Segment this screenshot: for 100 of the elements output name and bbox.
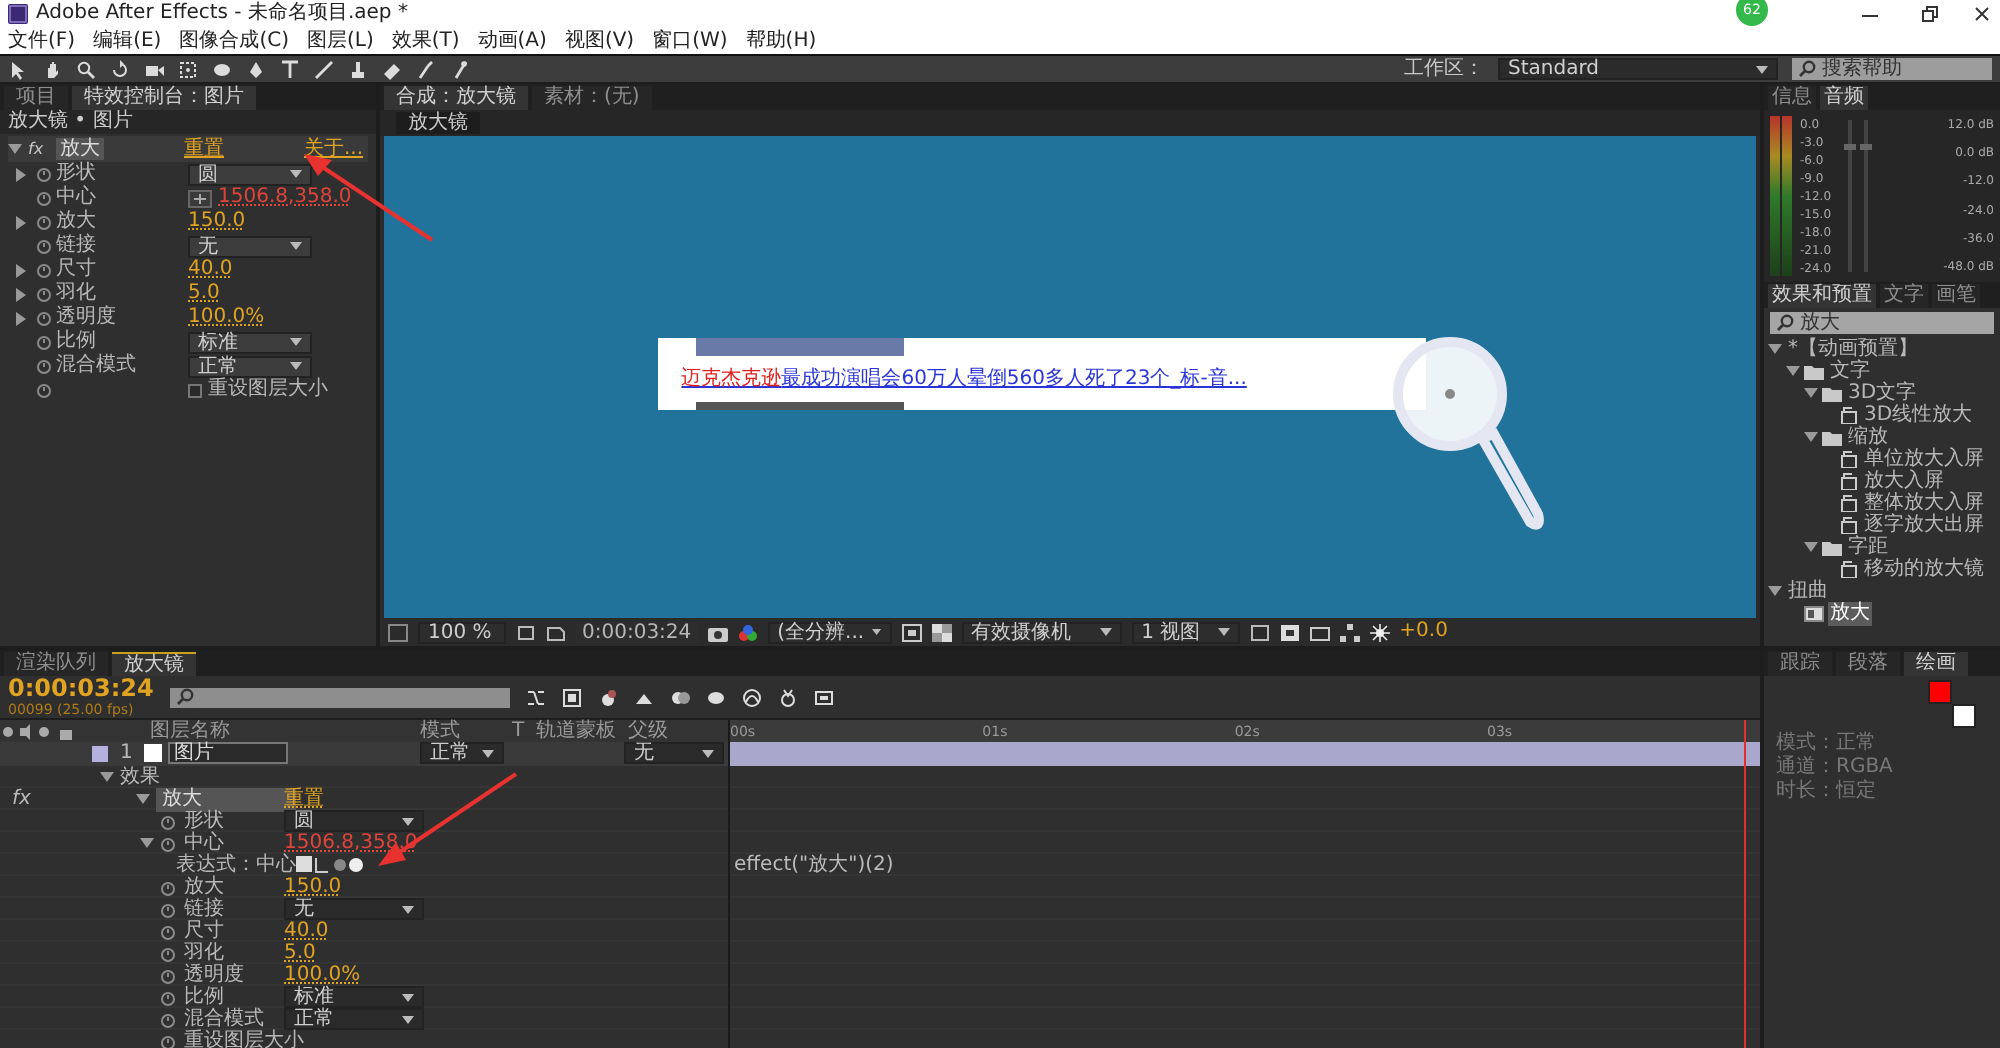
menu-item[interactable]: 效果(T) [391,29,460,53]
property-dropdown[interactable]: 无 [188,235,312,257]
panel-tab[interactable]: 画笔 [1932,284,1980,308]
menu-item[interactable]: 编辑(E) [93,29,162,53]
color-channels-icon[interactable] [737,623,758,641]
close-icon[interactable] [1972,4,1992,24]
crosshair-icon[interactable] [188,189,212,207]
disclosure-triangle-icon[interactable] [136,792,150,806]
disclosure-triangle-icon[interactable] [8,142,22,156]
brainstorm-icon[interactable] [705,687,726,707]
tree-item[interactable]: 缩放 [1846,425,1890,449]
panel-tab[interactable]: 绘画 [1904,652,1968,676]
reset-link[interactable]: 重置 [184,137,304,161]
menu-item[interactable]: 窗口(W) [652,29,728,53]
clone-stamp-icon[interactable] [348,59,368,79]
layer-search-field[interactable] [169,687,510,707]
tree-item[interactable]: 扭曲 [1786,579,1830,603]
disclosure-triangle-icon[interactable] [1804,386,1818,400]
tree-item[interactable]: 逐字放大出屏 [1862,513,1986,537]
tree-item[interactable]: 放大 [1828,601,1872,625]
composition-mini-flowchart-icon[interactable] [525,687,546,707]
fast-preview-icon[interactable] [1279,623,1300,641]
panel-tab[interactable]: 渲染队列 [4,652,108,676]
resolution-dropdown[interactable]: (全分辨... [767,621,892,643]
mode-dropdown[interactable]: 正常 [420,742,504,764]
menu-item[interactable]: 文件(F) [8,29,76,53]
menu-item[interactable]: 视图(V) [564,29,635,53]
pen-tool-icon[interactable] [246,59,266,79]
eraser-icon[interactable] [382,59,402,79]
graph-editor-icon[interactable] [741,687,762,707]
camera-dropdown[interactable]: 有效摄像机 [961,621,1122,643]
disclosure-triangle-icon[interactable] [1804,430,1818,444]
property-dropdown[interactable]: 圆 [188,163,312,185]
property-value[interactable]: 100.0% [188,306,265,330]
disclosure-triangle-icon[interactable] [13,287,27,301]
property-value[interactable]: 100.0% [284,964,361,988]
zoom-dropdown[interactable]: 100 % [418,621,506,643]
ellipse-tool-icon[interactable] [212,59,232,79]
film-strip-icon[interactable] [813,687,834,707]
disclosure-triangle-icon[interactable] [100,770,114,784]
restore-icon[interactable] [1920,4,1940,24]
checkbox[interactable] [188,383,202,397]
mask-toggle-icon[interactable] [546,623,566,641]
background-color-swatch[interactable] [1952,704,1976,728]
region-of-interest-icon[interactable] [901,623,922,641]
disclosure-triangle-icon[interactable] [140,836,154,850]
snapshot-icon[interactable] [707,623,728,641]
property-value[interactable]: 40.0 [284,920,329,944]
puppet-pin-icon[interactable] [450,59,470,79]
menu-item[interactable]: 帮助(H) [745,29,817,53]
property-value[interactable]: 5.0 [188,282,220,306]
property-dropdown[interactable]: 正常 [188,355,312,377]
property-dropdown[interactable]: 圆 [284,810,424,832]
exposure-value[interactable]: +0.0 [1399,620,1448,644]
safe-zones-icon[interactable] [516,623,536,641]
layer-name[interactable]: 图片 [168,742,288,764]
panel-tab[interactable]: 信息 [1768,86,1816,110]
foreground-color-swatch[interactable] [1928,680,1952,704]
views-dropdown[interactable]: 1 视图 [1131,621,1240,643]
flowchart-icon[interactable] [1339,623,1360,641]
effects-search-field[interactable]: 放大 [1770,312,1994,334]
exposure-icon[interactable] [1369,623,1390,641]
tree-item[interactable]: 整体放大入屏 [1862,491,1986,515]
disclosure-triangle-icon[interactable] [13,167,27,181]
parent-dropdown[interactable]: 无 [624,742,724,764]
panel-tab[interactable]: 音频 [1820,86,1868,110]
shy-layers-icon[interactable] [597,687,618,707]
panel-tab[interactable]: 素材：(无) [532,86,652,110]
panel-tab[interactable]: 跟踪 [1768,652,1832,676]
disclosure-triangle-icon[interactable] [1768,584,1782,598]
expression-text[interactable]: effect("放大")(2) [734,854,894,878]
transparency-grid-icon[interactable] [931,623,952,641]
about-link[interactable]: 关于... [304,137,368,161]
menu-item[interactable]: 图层(L) [306,29,374,53]
panel-tab[interactable]: 特效控制台：图片 [72,86,256,110]
motion-blur-icon[interactable] [669,687,690,707]
selection-tool-icon[interactable] [8,59,28,79]
tree-item[interactable]: *【动画预置】 [1786,337,1920,361]
auto-keyframe-icon[interactable] [777,687,798,707]
disclosure-triangle-icon[interactable] [13,263,27,277]
text-tool-icon[interactable] [280,59,300,79]
panel-tab[interactable]: 文字 [1880,284,1928,308]
tree-item[interactable]: 放大入屏 [1862,469,1946,493]
tree-item[interactable]: 3D文字 [1846,381,1919,405]
panel-tab[interactable]: 段落 [1836,652,1900,676]
effect-name[interactable]: 放大 [56,137,104,159]
panel-tab[interactable]: 合成：放大镜 [384,86,528,110]
panel-tab[interactable]: 效果和预置 [1768,284,1876,308]
brush-icon[interactable] [314,59,334,79]
property-dropdown[interactable]: 正常 [284,1008,424,1030]
property-value[interactable]: 150.0 [188,210,246,234]
current-time[interactable]: 0:00:03:24 [8,676,154,702]
menu-item[interactable]: 图像合成(C) [179,29,289,53]
expression-controls-icon[interactable] [296,856,364,874]
menu-item[interactable]: 动画(A) [477,29,547,53]
zoom-icon[interactable] [76,59,96,79]
tree-item[interactable]: 单位放大入屏 [1862,447,1986,471]
roto-brush-icon[interactable] [416,59,436,79]
property-value[interactable]: 40.0 [188,258,233,282]
rotate-icon[interactable] [110,59,130,79]
